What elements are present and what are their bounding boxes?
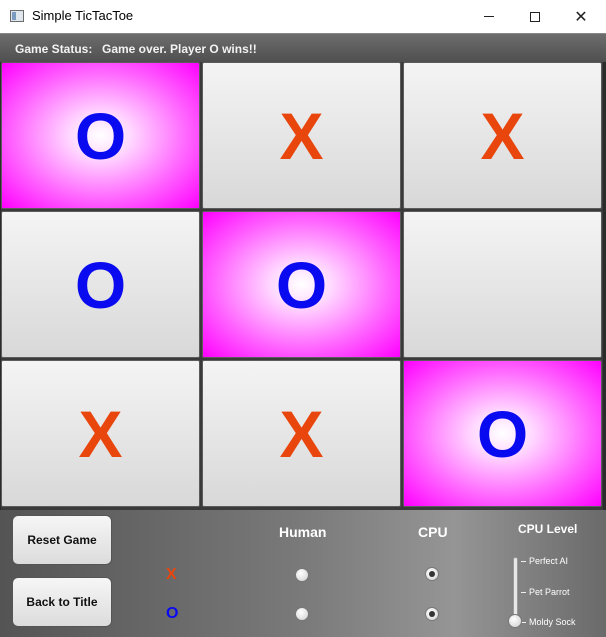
close-icon: ✕ xyxy=(574,8,588,26)
player-o-cpu-radio[interactable] xyxy=(425,607,439,621)
status-bar: Game Status: Game over. Player O wins!! xyxy=(0,33,606,62)
close-button[interactable]: ✕ xyxy=(558,0,604,33)
cpu-level-slider-thumb[interactable] xyxy=(508,614,522,628)
board-cell[interactable]: O xyxy=(1,62,200,209)
game-board: O X X O O X X O xyxy=(1,62,603,510)
control-panel: Reset Game Back to Title Human CPU CPU L… xyxy=(0,510,606,637)
maximize-icon xyxy=(530,11,540,22)
window-title: Simple TicTacToe xyxy=(32,8,134,23)
minimize-icon xyxy=(484,16,494,17)
board-cell[interactable]: X xyxy=(202,62,401,209)
board-cell[interactable]: X xyxy=(403,62,602,209)
cell-mark: X xyxy=(78,396,123,471)
board-cell[interactable]: O xyxy=(202,211,401,358)
player-x-human-radio[interactable] xyxy=(295,568,309,582)
status-label: Game Status: xyxy=(15,42,93,56)
cpu-column-header: CPU xyxy=(418,524,448,540)
cell-mark: O xyxy=(74,98,127,173)
player-x-label: X xyxy=(166,566,177,583)
status-text: Game over. Player O wins!! xyxy=(102,42,257,56)
cell-mark: X xyxy=(279,396,324,471)
back-to-title-button[interactable]: Back to Title xyxy=(12,577,112,627)
app-icon xyxy=(10,10,24,22)
player-o-label: O xyxy=(166,605,179,622)
board-cell[interactable]: X xyxy=(1,360,200,507)
human-column-header: Human xyxy=(279,524,327,540)
slider-tick xyxy=(521,561,526,562)
board-cell[interactable] xyxy=(403,211,602,358)
level-label-pet-parrot: Pet Parrot xyxy=(529,587,570,597)
slider-tick xyxy=(521,592,526,593)
cpu-level-header: CPU Level xyxy=(518,522,578,536)
maximize-button[interactable] xyxy=(512,0,558,33)
cell-mark: X xyxy=(279,98,324,173)
level-label-perfect-ai: Perfect AI xyxy=(529,556,569,566)
board-cell[interactable]: O xyxy=(1,211,200,358)
title-bar: Simple TicTacToe ✕ xyxy=(0,0,606,33)
board-cell[interactable]: X xyxy=(202,360,401,507)
cell-mark: O xyxy=(476,396,529,471)
minimize-button[interactable] xyxy=(466,0,512,33)
player-x-cpu-radio[interactable] xyxy=(425,567,439,581)
player-o-human-radio[interactable] xyxy=(295,607,309,621)
level-label-moldy-sock: Moldy Sock xyxy=(529,617,576,627)
cell-mark: O xyxy=(74,247,127,322)
cell-mark: X xyxy=(480,98,525,173)
cell-mark: O xyxy=(275,247,328,322)
board-cell[interactable]: O xyxy=(403,360,602,507)
reset-game-button[interactable]: Reset Game xyxy=(12,515,112,565)
